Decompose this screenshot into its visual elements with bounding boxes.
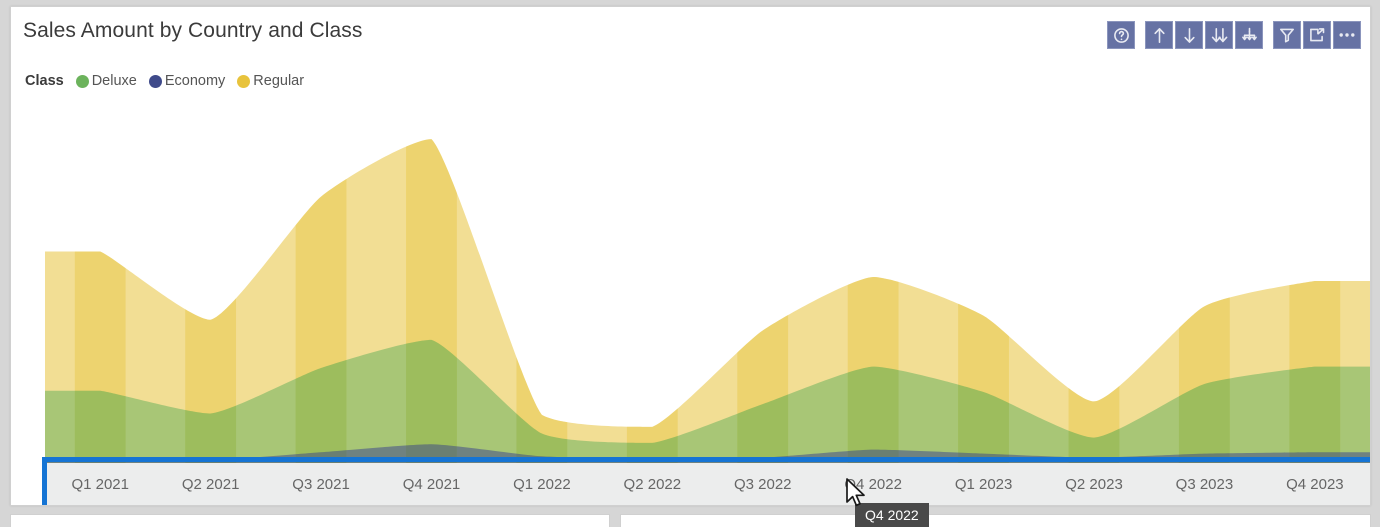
next-visual-card-2[interactable] <box>620 514 1371 527</box>
legend-title: Class <box>25 73 64 89</box>
legend-item-regular[interactable]: Regular <box>237 73 304 89</box>
data-point-band[interactable] <box>958 103 1009 468</box>
data-point-band[interactable] <box>626 103 678 468</box>
toolbar-separator-2 <box>1265 35 1271 36</box>
help-icon[interactable] <box>1107 21 1135 49</box>
legend-item-economy[interactable]: Economy <box>148 73 226 89</box>
x-axis-tick[interactable]: Q3 2022 <box>708 463 818 505</box>
legend-swatch-regular <box>237 74 251 88</box>
legend: Class Deluxe Economy Regular <box>25 73 312 89</box>
axis-tooltip: Q4 2022 <box>855 503 929 527</box>
x-axis-tick[interactable]: Q4 2023 <box>1260 463 1370 505</box>
data-point-band[interactable] <box>626 103 678 468</box>
visual-header-toolbar[interactable] <box>1107 21 1361 49</box>
drill-up-icon[interactable] <box>1145 21 1173 49</box>
area-series-group <box>45 139 1370 463</box>
data-point-band[interactable] <box>1178 103 1230 468</box>
legend-swatch-deluxe <box>75 74 89 88</box>
filter-icon[interactable] <box>1273 21 1301 49</box>
x-axis-tick[interactable]: Q3 2023 <box>1149 463 1259 505</box>
visual-title: Sales Amount by Country and Class <box>23 19 363 42</box>
plot-area[interactable] <box>11 103 1370 463</box>
x-axis-tick[interactable]: Q1 2021 <box>45 463 155 505</box>
toolbar-separator <box>1137 35 1143 36</box>
report-canvas: Sales Amount by Country and Class Class … <box>0 0 1380 527</box>
x-axis-tick[interactable]: Q3 2021 <box>266 463 376 505</box>
expand-next-level-icon[interactable] <box>1205 21 1233 49</box>
data-point-band[interactable] <box>626 103 678 468</box>
data-point-band[interactable] <box>1068 103 1120 468</box>
drill-down-icon[interactable] <box>1175 21 1203 49</box>
x-axis-tick[interactable]: Q4 2022 <box>818 463 928 505</box>
legend-swatch-economy <box>148 74 162 88</box>
next-visual-card[interactable] <box>10 514 610 527</box>
area-chart-visual[interactable]: Sales Amount by Country and Class Class … <box>10 6 1371 506</box>
x-axis-tick[interactable]: Q1 2022 <box>487 463 597 505</box>
x-axis-tick[interactable]: Q2 2021 <box>155 463 265 505</box>
x-axis-tick[interactable]: Q1 2023 <box>928 463 1038 505</box>
expand-all-icon[interactable] <box>1235 21 1263 49</box>
legend-label-economy: Economy <box>164 73 226 89</box>
legend-label-deluxe: Deluxe <box>91 73 137 89</box>
data-point-band[interactable] <box>516 103 568 468</box>
legend-item-deluxe[interactable]: Deluxe <box>75 73 137 89</box>
x-axis-tick[interactable]: Q4 2021 <box>376 463 486 505</box>
more-options-icon[interactable] <box>1333 21 1361 49</box>
x-axis[interactable]: Q1 2021 Q2 2021 Q3 2021 Q4 2021 Q1 2022 Q2 20… <box>45 463 1370 505</box>
stacked-area-chart[interactable] <box>11 103 1370 468</box>
x-axis-tick[interactable]: Q2 2023 <box>1039 463 1149 505</box>
focus-mode-icon[interactable] <box>1303 21 1331 49</box>
legend-label-regular: Regular <box>253 73 305 89</box>
x-axis-tick[interactable]: Q2 2022 <box>597 463 707 505</box>
data-point-band[interactable] <box>737 103 789 468</box>
